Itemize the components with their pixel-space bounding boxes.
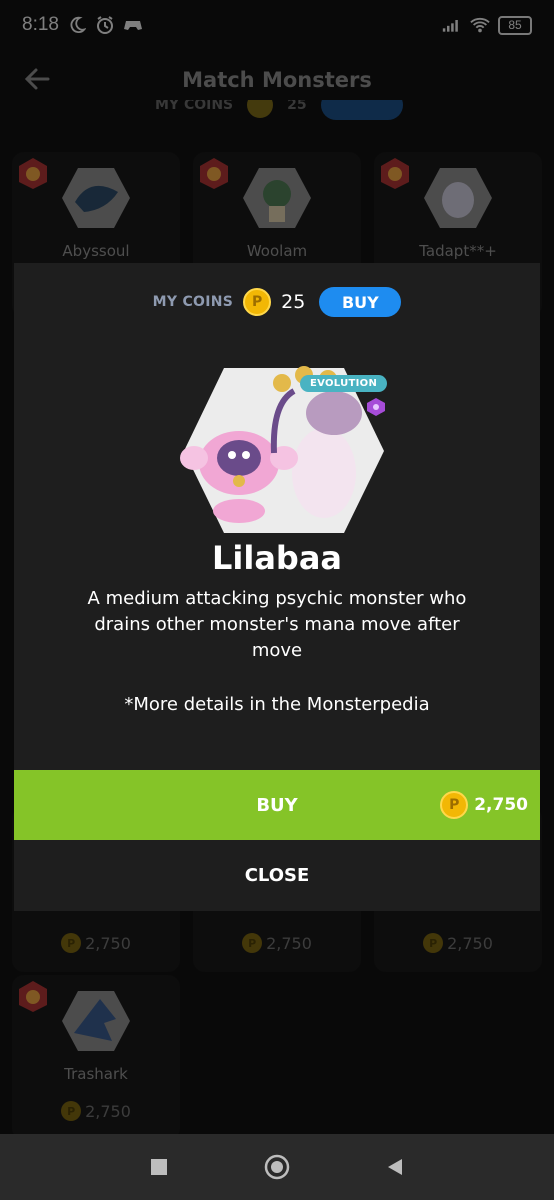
close-label: CLOSE (244, 865, 310, 886)
recents-button[interactable] (145, 1153, 173, 1181)
buy-monster-price: P 2,750 (440, 791, 528, 819)
system-nav-bar (0, 1134, 554, 1200)
close-button[interactable]: CLOSE (14, 840, 540, 911)
monsterpedia-note: *More details in the Monsterpedia (124, 694, 430, 715)
coin-icon: P (243, 288, 272, 316)
psychic-type-gem-icon (367, 398, 385, 416)
monster-name: Lilabaa (211, 539, 342, 577)
monster-description: A medium attacking psychic monster who d… (87, 588, 467, 661)
home-button[interactable] (263, 1153, 291, 1181)
triangle-back-icon (388, 1159, 402, 1175)
coin-icon: P (440, 791, 469, 819)
my-coins-row: MY COINS P 25 BUY (14, 287, 540, 317)
my-coins-label: MY COINS (152, 294, 234, 310)
buy-coins-button[interactable]: BUY (319, 287, 402, 317)
my-coins-value: 25 (281, 291, 306, 313)
monster-purchase-dialog: MY COINS P 25 BUY EVOLUTION Lilabaa A me… (14, 263, 540, 911)
evolution-badge: EVOLUTION (300, 375, 388, 392)
buy-monster-price-value: 2,750 (474, 795, 528, 815)
buy-monster-label: BUY (256, 794, 298, 816)
square-icon (151, 1159, 167, 1175)
buy-monster-button[interactable]: BUY P 2,750 (14, 770, 540, 840)
nav-back-button[interactable] (381, 1153, 409, 1181)
home-circle-icon (264, 1154, 290, 1180)
